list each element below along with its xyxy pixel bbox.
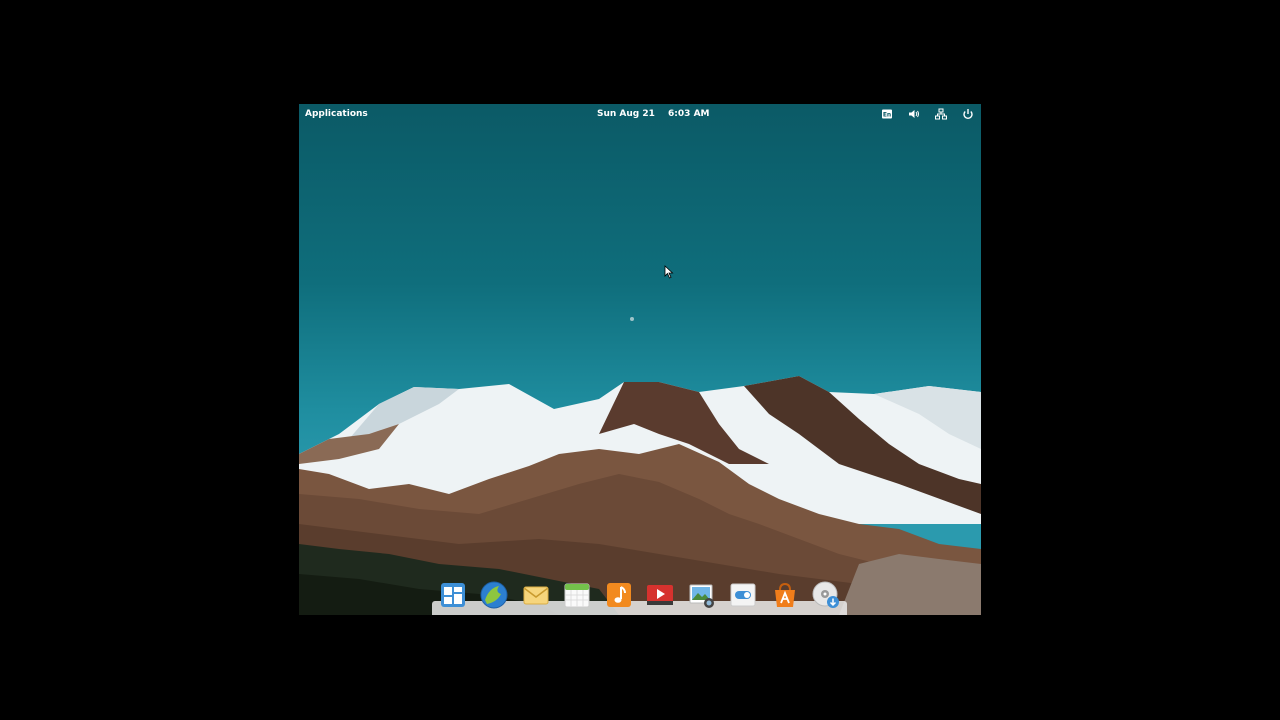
network-icon[interactable] bbox=[935, 108, 947, 120]
music-icon[interactable] bbox=[604, 580, 634, 610]
videos-icon[interactable] bbox=[645, 580, 675, 610]
installer-icon[interactable] bbox=[811, 580, 841, 610]
svg-text:En: En bbox=[883, 112, 891, 119]
web-browser-icon[interactable] bbox=[479, 580, 509, 610]
desktop-screen: Applications Sun Aug 21 6:03 AM En bbox=[299, 104, 981, 615]
moon bbox=[630, 317, 634, 321]
photos-icon[interactable] bbox=[687, 580, 717, 610]
top-panel: Applications Sun Aug 21 6:03 AM En bbox=[299, 104, 981, 124]
keyboard-icon[interactable]: En bbox=[881, 108, 893, 120]
calendar-icon[interactable] bbox=[562, 580, 592, 610]
mountain-wallpaper bbox=[299, 317, 981, 615]
power-icon[interactable] bbox=[962, 108, 974, 120]
panel-time: 6:03 AM bbox=[668, 109, 710, 119]
applications-menu-button[interactable]: Applications bbox=[305, 109, 368, 119]
appcenter-icon[interactable] bbox=[770, 580, 800, 610]
volume-icon[interactable] bbox=[908, 108, 920, 120]
switchboard-settings-icon[interactable] bbox=[728, 580, 758, 610]
mail-icon[interactable] bbox=[521, 580, 551, 610]
panel-date: Sun Aug 21 bbox=[597, 109, 655, 119]
mouse-cursor bbox=[664, 264, 674, 283]
date-time-indicator[interactable]: Sun Aug 21 6:03 AM bbox=[597, 109, 720, 119]
dock bbox=[432, 570, 847, 615]
multitasking-view-icon[interactable] bbox=[438, 580, 468, 610]
